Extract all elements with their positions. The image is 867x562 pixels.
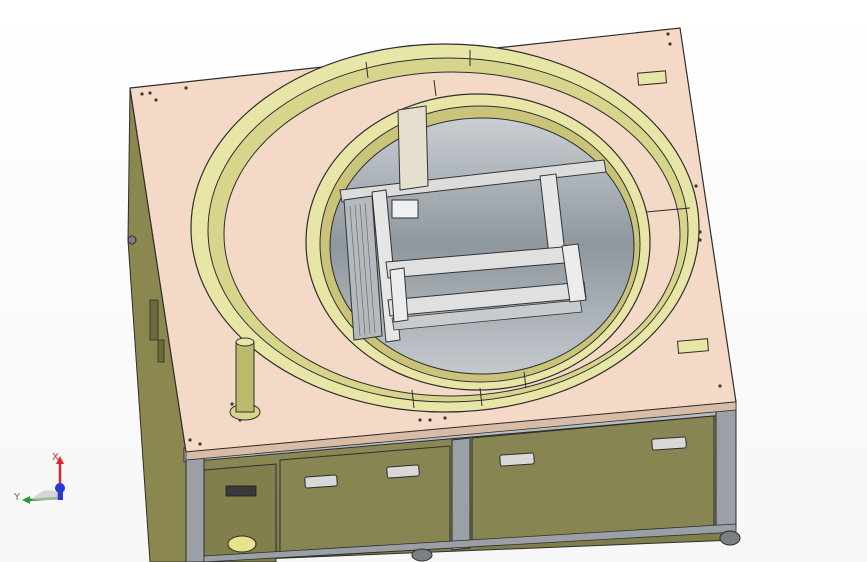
drawer-center-panel[interactable] — [279, 445, 451, 559]
leveling-foot — [127, 235, 137, 245]
caster-wheel[interactable] — [411, 548, 433, 562]
side-slot — [157, 339, 165, 363]
drawer-handle[interactable] — [386, 464, 420, 479]
sensor-bracket[interactable] — [676, 338, 710, 354]
drawer-right-panel[interactable] — [471, 415, 715, 545]
control-knob[interactable] — [227, 535, 257, 553]
caster-wheel[interactable] — [719, 530, 741, 546]
left-wall-slot — [149, 299, 159, 341]
control-connector[interactable] — [225, 485, 257, 497]
drawer-handle[interactable] — [304, 474, 338, 489]
cad-model-viewport[interactable] — [0, 0, 867, 562]
sensor-bracket[interactable] — [636, 70, 668, 86]
x-axis-label: X — [52, 452, 59, 463]
y-axis-label: Y — [13, 492, 21, 503]
drawer-handle[interactable] — [499, 452, 535, 467]
y-axis-arrow — [22, 496, 30, 504]
drawer-handle[interactable] — [651, 436, 687, 451]
coordinate-triad[interactable]: X Y — [12, 448, 76, 508]
frame-post-left — [185, 457, 205, 562]
frame-post-right — [715, 407, 737, 533]
frame-post-middle — [451, 437, 471, 551]
triad-base-shadow — [32, 490, 58, 500]
